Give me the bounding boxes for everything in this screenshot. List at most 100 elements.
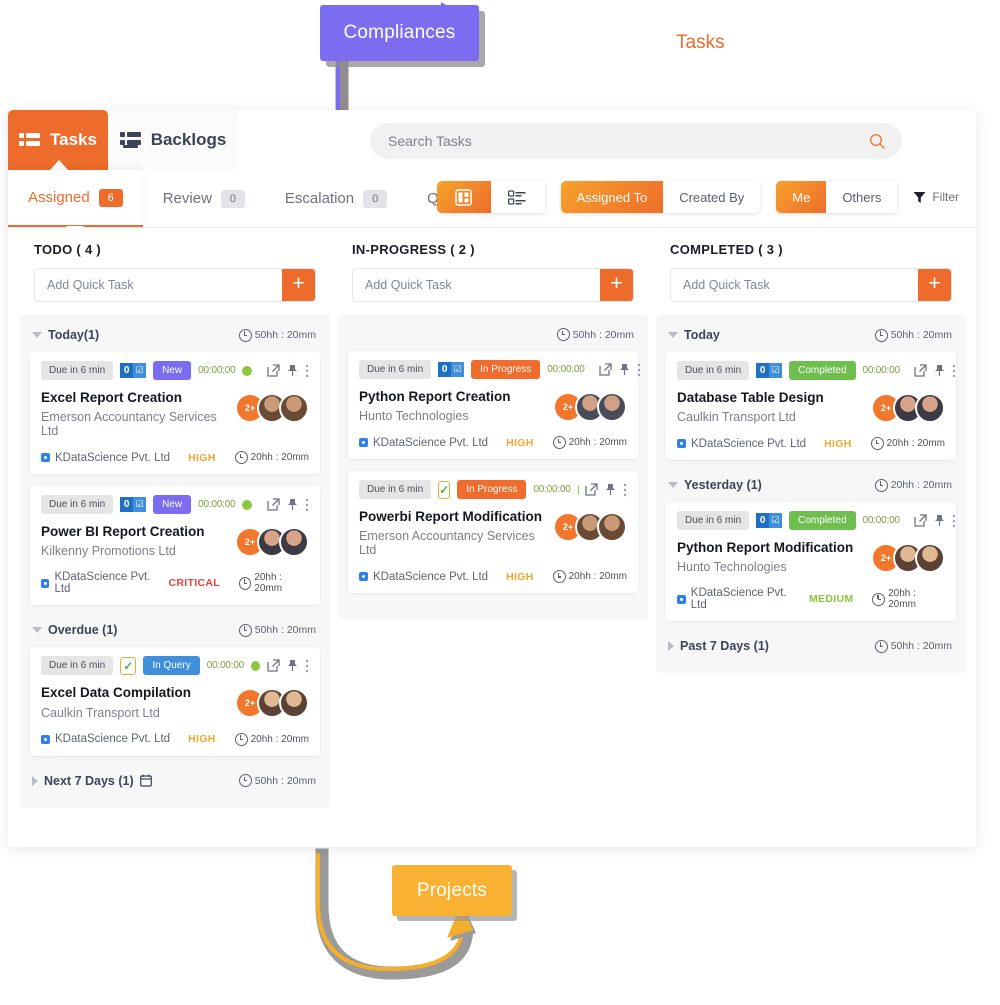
avatar [915, 543, 945, 573]
quick-add-input[interactable] [353, 277, 600, 293]
task-card[interactable]: Due in 6 min0☑Completed00:00:00Database … [666, 352, 956, 460]
task-client: Caulkin Transport Ltd [677, 410, 871, 424]
pin-icon[interactable] [934, 514, 945, 527]
search-bar[interactable] [370, 123, 902, 159]
start-timer-icon[interactable] [242, 500, 252, 510]
tab-tasks[interactable]: Tasks [8, 110, 108, 170]
group-toggle-icon[interactable] [32, 332, 42, 338]
add-task-button[interactable]: + [918, 269, 951, 301]
more-options-icon[interactable] [623, 483, 627, 497]
group-header[interactable]: Today(1)50hh : 20mm [30, 322, 320, 348]
pin-icon[interactable] [287, 659, 298, 672]
group-toggle-icon[interactable] [668, 641, 674, 651]
subtask-count-badge[interactable]: 0☑ [756, 363, 782, 378]
filter-bar: Assigned 6 Review 0 Escalation 0 Queries… [8, 170, 976, 228]
calendar-icon[interactable] [140, 774, 152, 787]
pin-icon[interactable] [619, 363, 630, 376]
assignee-avatars[interactable]: 2+ [871, 543, 945, 573]
more-options-icon[interactable] [305, 659, 309, 673]
open-external-icon[interactable] [599, 363, 612, 376]
subtask-count-badge[interactable]: 0☑ [438, 362, 464, 377]
open-external-icon[interactable] [585, 483, 598, 496]
pin-icon[interactable] [287, 498, 298, 511]
quick-add-input[interactable] [671, 277, 918, 293]
assignee-avatars[interactable]: 2+ [871, 393, 945, 423]
created-by-button[interactable]: Created By [663, 181, 760, 213]
add-task-button[interactable]: + [600, 269, 633, 301]
group-toggle-icon[interactable] [32, 776, 38, 786]
checklist-complete-icon[interactable]: ✓ [438, 481, 450, 499]
group-toggle-icon[interactable] [668, 332, 678, 338]
filter-button[interactable]: Filter [913, 190, 959, 204]
subtab-review-label: Review [163, 190, 212, 207]
more-options-icon[interactable] [305, 364, 309, 378]
quick-add-row[interactable]: + [670, 268, 952, 302]
subtask-count: 0 [438, 362, 451, 377]
subtab-review[interactable]: Review 0 [143, 170, 265, 227]
pin-icon[interactable] [605, 483, 616, 496]
subtab-assigned[interactable]: Assigned 6 [8, 170, 143, 227]
more-options-icon[interactable] [637, 363, 641, 377]
group-total-time: 50hh : 20mm [239, 774, 316, 787]
add-task-button[interactable]: + [282, 269, 315, 301]
quick-add-row[interactable]: + [352, 268, 634, 302]
task-card-footer: KDataScience Pvt. LtdHIGH20hh : 20mm [41, 451, 309, 464]
checklist-complete-icon[interactable]: ✓ [120, 657, 136, 675]
subtask-count-badge[interactable]: 0☑ [756, 513, 782, 528]
task-card[interactable]: Due in 6 min✓In Query00:00:00Excel Data … [30, 647, 320, 755]
group-header[interactable]: Next 7 Days (1)50hh : 20mm [30, 768, 320, 794]
subtab-escalation[interactable]: Escalation 0 [265, 170, 407, 227]
more-options-icon[interactable] [952, 514, 956, 528]
start-timer-icon[interactable] [242, 366, 252, 376]
avatar [597, 392, 627, 422]
group-header[interactable]: Yesterday (1)20hh : 20mm [666, 472, 956, 498]
task-title: Database Table Design [677, 389, 871, 407]
group-toggle-icon[interactable] [668, 482, 678, 488]
others-button[interactable]: Others [826, 181, 897, 213]
task-group: Today(1)50hh : 20mm Due in 6 min0☑New00:0… [30, 322, 320, 605]
group-header[interactable]: Past 7 Days (1)50hh : 20mm [666, 633, 956, 659]
quick-add-input[interactable] [35, 277, 282, 293]
group-toggle-icon[interactable] [32, 627, 42, 633]
assignee-avatars[interactable]: 2+ [235, 393, 309, 423]
task-card[interactable]: Due in 6 min0☑In Progress00:00:00Python … [348, 351, 638, 459]
tab-backlogs[interactable]: Backlogs [108, 110, 238, 170]
open-external-icon[interactable] [914, 364, 927, 377]
pin-icon[interactable] [934, 364, 945, 377]
task-card-footer: KDataScience Pvt. LtdHIGH20hh : 20mm [359, 436, 627, 449]
app-window: Tasks Backlogs Assigned 6 [8, 110, 976, 847]
subtab-assigned-label: Assigned [28, 189, 90, 206]
open-external-icon[interactable] [267, 364, 280, 377]
column-title: COMPLETED ( 3 ) [670, 242, 966, 257]
open-external-icon[interactable] [267, 498, 280, 511]
open-external-icon[interactable] [914, 514, 927, 527]
task-card[interactable]: Due in 6 min0☑New00:00:00Excel Report Cr… [30, 352, 320, 474]
pin-icon[interactable] [287, 364, 298, 377]
task-card[interactable]: Due in 6 min✓In Progress00:00:00Powerbi … [348, 471, 638, 593]
assignee-avatars[interactable]: 2+ [553, 512, 627, 542]
group-header[interactable]: 50hh : 20mm [348, 322, 638, 347]
assigned-to-button[interactable]: Assigned To [561, 181, 664, 213]
search-icon[interactable] [869, 133, 886, 150]
callout-compliances: Compliances [320, 5, 479, 61]
subtask-count-badge[interactable]: 0☑ [120, 363, 146, 378]
task-card[interactable]: Due in 6 min0☑New00:00:00Power BI Report… [30, 486, 320, 605]
task-client: Emerson Accountancy Services Ltd [41, 410, 235, 438]
subtask-count-badge[interactable]: 0☑ [120, 497, 146, 512]
list-view-icon[interactable] [491, 181, 545, 213]
assignee-avatars[interactable]: 2+ [553, 392, 627, 422]
open-external-icon[interactable] [267, 659, 280, 672]
board-view-icon[interactable] [437, 181, 491, 213]
task-card[interactable]: Due in 6 min0☑Completed00:00:00Python Re… [666, 502, 956, 621]
more-options-icon[interactable] [952, 364, 956, 378]
group-header[interactable]: Overdue (1)50hh : 20mm [30, 617, 320, 643]
quick-add-row[interactable]: + [34, 268, 316, 302]
search-input[interactable] [386, 132, 869, 150]
assignee-avatars[interactable]: 2+ [235, 688, 309, 718]
task-card-body: Excel Report CreationEmerson Accountancy… [41, 389, 309, 438]
group-header[interactable]: Today50hh : 20mm [666, 322, 956, 348]
me-button[interactable]: Me [776, 181, 826, 213]
start-timer-icon[interactable] [251, 661, 260, 671]
assignee-avatars[interactable]: 2+ [235, 527, 309, 557]
more-options-icon[interactable] [305, 498, 309, 512]
